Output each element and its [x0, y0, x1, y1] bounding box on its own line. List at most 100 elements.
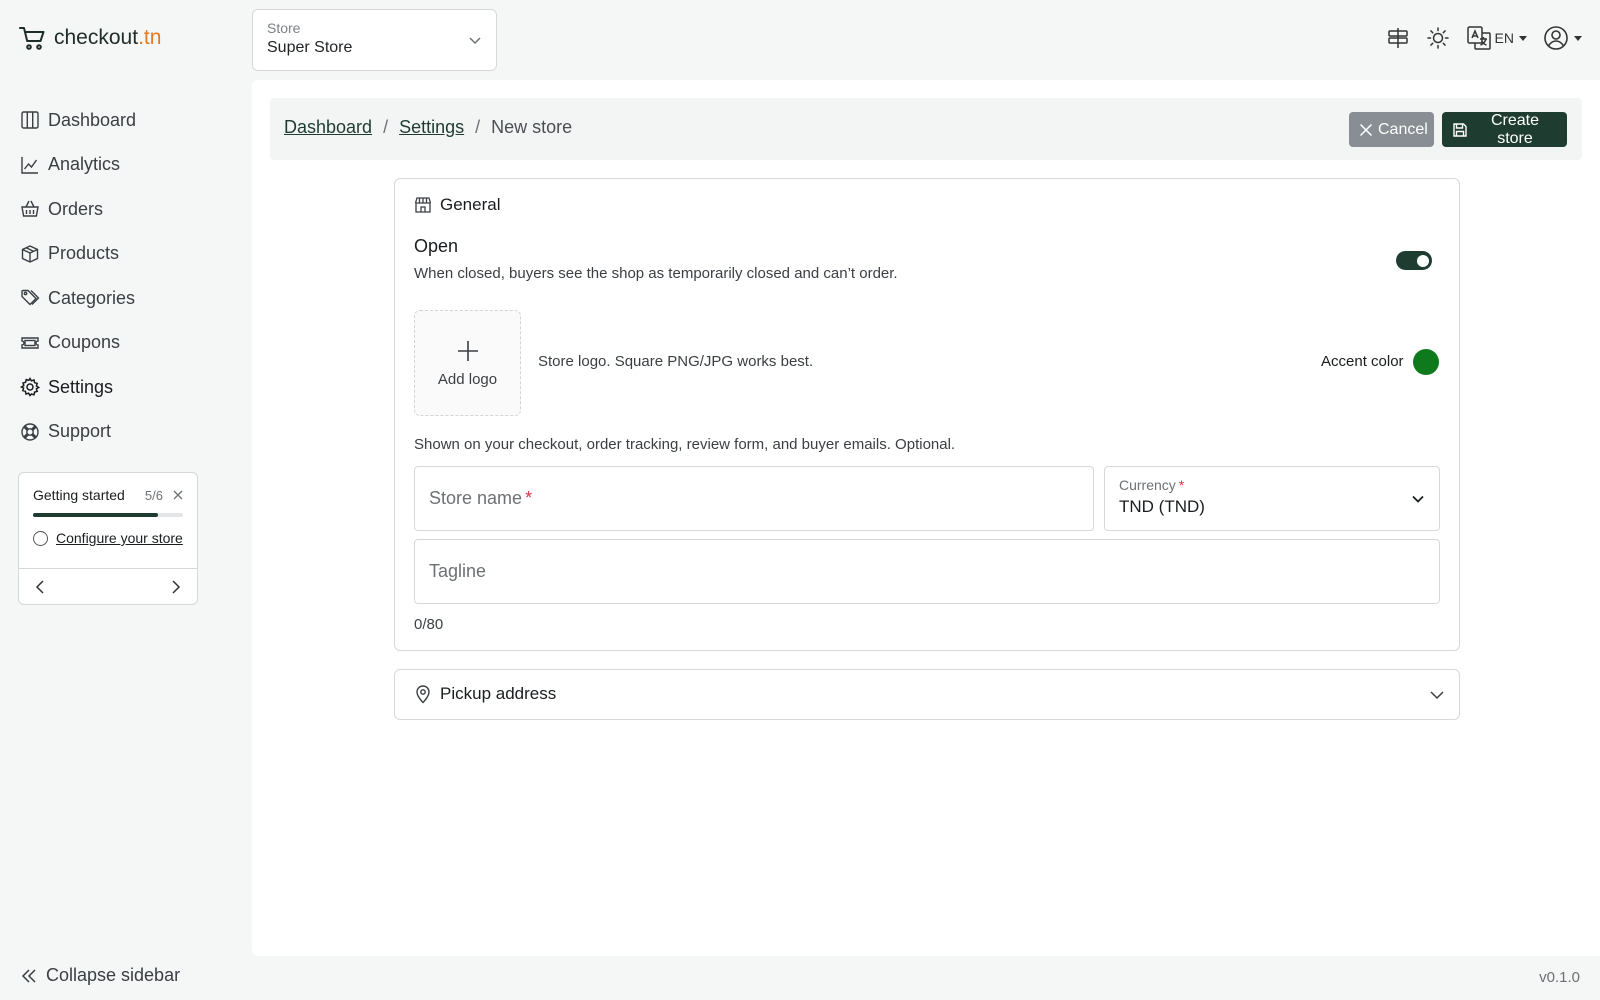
close-icon [1359, 123, 1373, 137]
page-toolbar: Dashboard / Settings / New store Cancel … [270, 98, 1582, 160]
caret-down-icon [1574, 35, 1582, 41]
signpost-icon[interactable] [1386, 26, 1410, 50]
create-store-label: Create store [1490, 111, 1540, 147]
breadcrumb-dashboard[interactable]: Dashboard [284, 117, 372, 138]
chevron-right-icon[interactable] [169, 579, 181, 594]
breadcrumb-separator: / [475, 117, 481, 137]
map-pin-icon [414, 684, 432, 704]
pickup-address-header: Pickup address [414, 684, 556, 704]
shop-icon [414, 196, 432, 214]
sidebar-item-label: Coupons [48, 332, 121, 353]
tags-icon [20, 288, 40, 308]
task-radio[interactable] [33, 530, 48, 546]
accent-color-label: Accent color [1321, 353, 1404, 370]
box-icon [20, 244, 40, 264]
plus-icon [456, 339, 480, 363]
store-selector-value: Super Store [267, 39, 353, 56]
logo-hint: Store logo. Square PNG/JPG works best. [538, 353, 814, 370]
collapse-sidebar-button[interactable]: Collapse sidebar [20, 965, 180, 986]
store-selector-label: Store [267, 20, 301, 36]
ticket-icon [20, 333, 40, 353]
chevron-down-icon [468, 33, 482, 47]
pickup-address-card[interactable]: Pickup address [394, 669, 1460, 720]
user-circle-icon [1543, 25, 1569, 51]
currency-value: TND (TND) [1119, 497, 1205, 516]
sidebar-item-label: Analytics [48, 154, 121, 175]
getting-started-task[interactable]: Configure your store [19, 517, 197, 546]
lifebuoy-icon [20, 422, 40, 442]
open-description: When closed, buyers see the shop as temp… [414, 265, 898, 282]
create-store-button[interactable]: Create store [1442, 112, 1567, 147]
add-logo-button[interactable]: Add logo [414, 310, 521, 416]
sidebar-item-label: Settings [48, 376, 114, 397]
open-toggle[interactable] [1396, 251, 1432, 270]
tagline-counter: 0/80 [414, 616, 444, 633]
brand-logo[interactable]: checkout.tn [18, 24, 161, 52]
sidebar-nav: Dashboard Analytics Orders Products Cate… [20, 98, 240, 454]
double-chevron-left-icon [20, 967, 38, 985]
pickup-address-title: Pickup address [440, 684, 557, 703]
sidebar-item-settings[interactable]: Settings [20, 365, 240, 410]
cancel-button[interactable]: Cancel [1349, 112, 1434, 147]
getting-started-progress [33, 513, 183, 517]
sidebar-item-categories[interactable]: Categories [20, 276, 240, 321]
getting-started-widget: Getting started 5/6 Configure your store [18, 472, 198, 605]
store-name-field[interactable]: Store name * [414, 466, 1094, 531]
accent-color-swatch[interactable] [1413, 349, 1439, 375]
sidebar-item-dashboard[interactable]: Dashboard [20, 98, 240, 143]
store-name-placeholder: Store name * [429, 488, 533, 508]
chevron-left-icon[interactable] [35, 579, 47, 594]
line-chart-icon [20, 155, 40, 175]
chevron-down-icon [1429, 687, 1445, 703]
header-tools: EN [1386, 25, 1582, 51]
configure-store-link[interactable]: Configure your store [56, 530, 183, 546]
caret-down-icon [1519, 35, 1527, 41]
toggle-knob [1417, 254, 1429, 267]
sidebar-item-label: Categories [48, 287, 136, 308]
store-selector[interactable]: Store Super Store [252, 9, 497, 71]
currency-label: Currency * [1119, 477, 1185, 493]
sun-icon[interactable] [1426, 26, 1450, 50]
breadcrumb-settings[interactable]: Settings [399, 117, 464, 138]
close-icon[interactable] [173, 490, 183, 500]
cart-icon [18, 24, 46, 52]
sidebar-item-products[interactable]: Products [20, 232, 240, 277]
breadcrumb-separator: / [383, 117, 389, 137]
chevron-down-icon [1411, 492, 1425, 506]
language-code: EN [1494, 30, 1514, 46]
main-content: Dashboard / Settings / New store Cancel … [252, 80, 1600, 956]
getting-started-count: 5/6 [144, 487, 163, 503]
progress-fill [33, 513, 158, 517]
tagline-placeholder: Tagline [429, 561, 487, 581]
getting-started-title: Getting started [33, 487, 125, 503]
tagline-field[interactable]: Tagline [414, 539, 1440, 604]
sidebar-item-analytics[interactable]: Analytics [20, 143, 240, 188]
translate-icon [1466, 25, 1492, 51]
app-version: v0.1.0 [1539, 969, 1580, 986]
sidebar-item-label: Support [48, 421, 112, 442]
sidebar-item-coupons[interactable]: Coupons [20, 321, 240, 366]
columns-icon [20, 110, 40, 130]
open-title: Open [414, 236, 459, 256]
general-card-title: General [440, 195, 501, 214]
gear-icon [20, 377, 40, 397]
sidebar-item-orders[interactable]: Orders [20, 187, 240, 232]
sidebar-item-label: Products [48, 243, 120, 264]
sidebar-item-label: Orders [48, 198, 104, 219]
getting-started-pager [19, 568, 197, 604]
basket-icon [20, 199, 40, 219]
breadcrumb-current: New store [491, 117, 573, 137]
sidebar-item-support[interactable]: Support [20, 410, 240, 455]
currency-select[interactable]: Currency * TND (TND) [1104, 466, 1440, 531]
user-menu[interactable] [1543, 25, 1582, 51]
general-card: General Open When closed, buyers see the… [394, 178, 1460, 651]
cancel-label: Cancel [1378, 120, 1428, 138]
save-icon [1452, 122, 1468, 138]
collapse-sidebar-label: Collapse sidebar [46, 965, 181, 985]
add-logo-label: Add logo [437, 370, 498, 388]
language-switcher[interactable]: EN [1466, 25, 1527, 51]
sidebar-item-label: Dashboard [48, 109, 137, 130]
logo-usage-note: Shown on your checkout, order tracking, … [414, 436, 956, 453]
brand-name: checkout.tn [54, 26, 162, 49]
breadcrumb: Dashboard / Settings / New store [284, 117, 572, 138]
